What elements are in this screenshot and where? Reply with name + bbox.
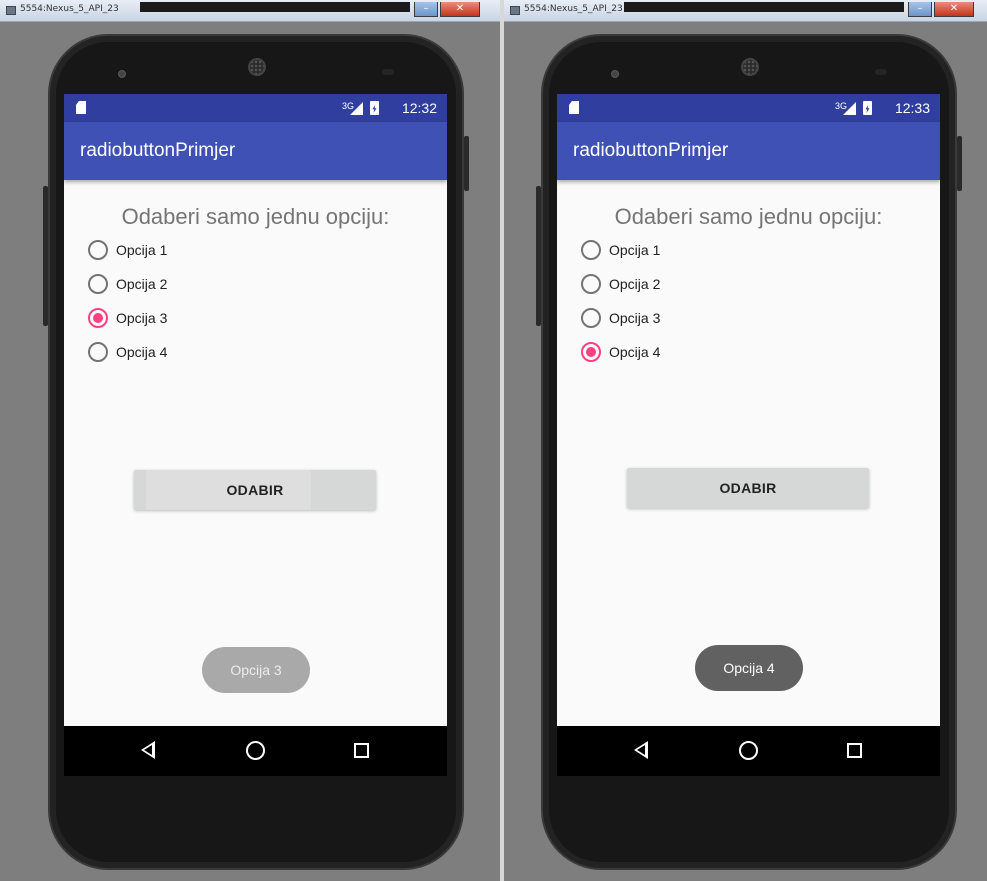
proximity-sensor-icon: [875, 69, 887, 75]
status-bar: 3G 12:33: [557, 94, 940, 122]
minimize-icon: –: [423, 3, 429, 14]
home-icon[interactable]: [246, 741, 265, 760]
recents-icon[interactable]: [354, 743, 369, 758]
window-title: 5554:Nexus_5_API_23: [20, 4, 119, 14]
radio-label: Opcija 1: [609, 242, 661, 258]
back-icon[interactable]: [141, 741, 155, 759]
signal-3g-icon: [350, 102, 363, 115]
radio-unchecked-icon: [581, 240, 601, 260]
radio-option-2[interactable]: Opcija 2: [581, 270, 660, 298]
radio-option-4[interactable]: Opcija 4: [581, 338, 660, 366]
window-title: 5554:Nexus_5_API_23: [524, 4, 623, 14]
radio-label: Opcija 4: [116, 344, 168, 360]
radio-checked-icon: [581, 342, 601, 362]
radio-unchecked-icon: [581, 308, 601, 328]
emulator-window-2: 5554:Nexus_5_API_23 – ✕ 3G 12:33 radiobu…: [500, 0, 987, 881]
proximity-sensor-icon: [382, 69, 394, 75]
power-button[interactable]: [957, 136, 962, 191]
radio-option-2[interactable]: Opcija 2: [88, 270, 167, 298]
app-icon: [510, 6, 520, 15]
navigation-bar: [64, 726, 447, 776]
volume-button[interactable]: [43, 186, 48, 326]
app-bar: radiobuttonPrimjer: [64, 122, 447, 180]
phone-frame: 3G 12:33 radiobuttonPrimjer Odaberi samo…: [536, 34, 962, 870]
radio-unchecked-icon: [88, 342, 108, 362]
instruction-heading: Odaberi samo jednu opciju:: [121, 204, 390, 229]
radio-checked-icon: [88, 308, 108, 328]
close-icon: ✕: [949, 3, 959, 14]
close-icon: ✕: [455, 3, 465, 14]
power-button[interactable]: [464, 136, 469, 191]
device-screen: 3G 12:33 radiobuttonPrimjer Odaberi samo…: [557, 94, 940, 776]
minimize-icon: –: [917, 3, 923, 14]
close-button[interactable]: ✕: [440, 2, 480, 17]
emulator-window-1: 5554:Nexus_5_API_23 – ✕ 3G 12:32 radiobu…: [0, 0, 500, 881]
home-icon[interactable]: [739, 741, 758, 760]
phone-frame: 3G 12:32 radiobuttonPrimjer Odaberi samo…: [43, 34, 469, 870]
radio-label: Opcija 3: [116, 310, 168, 326]
app-bar: radiobuttonPrimjer: [557, 122, 940, 180]
radio-label: Opcija 4: [609, 344, 661, 360]
radio-unchecked-icon: [581, 274, 601, 294]
toast-message: Opcija 3: [202, 647, 310, 693]
radio-option-4[interactable]: Opcija 4: [88, 338, 167, 366]
radio-label: Opcija 2: [116, 276, 168, 292]
status-clock: 12:32: [401, 100, 437, 116]
close-button[interactable]: ✕: [934, 2, 974, 17]
status-bar: 3G 12:32: [64, 94, 447, 122]
odabir-button[interactable]: ODABIR: [627, 468, 869, 508]
front-camera-icon: [611, 70, 619, 78]
odabir-button-label: ODABIR: [719, 480, 777, 496]
radio-label: Opcija 1: [116, 242, 168, 258]
minimize-button[interactable]: –: [414, 2, 438, 17]
signal-3g-icon: [843, 102, 856, 115]
app-title: radiobuttonPrimjer: [80, 140, 236, 161]
front-camera-icon: [118, 70, 126, 78]
back-icon[interactable]: [634, 741, 648, 759]
device-screen: 3G 12:32 radiobuttonPrimjer Odaberi samo…: [64, 94, 447, 776]
minimize-button[interactable]: –: [908, 2, 932, 17]
battery-charging-icon: [370, 101, 379, 115]
radio-option-1[interactable]: Opcija 1: [88, 236, 167, 264]
recents-icon[interactable]: [847, 743, 862, 758]
navigation-bar: [557, 726, 940, 776]
radio-label: Opcija 2: [609, 276, 661, 292]
radio-label: Opcija 3: [609, 310, 661, 326]
radio-option-3[interactable]: Opcija 3: [581, 304, 660, 332]
titlebar-shadow: [624, 2, 904, 12]
radio-unchecked-icon: [88, 240, 108, 260]
battery-charging-icon: [863, 101, 872, 115]
instruction-heading: Odaberi samo jednu opciju:: [614, 204, 883, 229]
titlebar-shadow: [140, 2, 410, 12]
speaker-grille-icon: [741, 58, 759, 76]
window-titlebar[interactable]: 5554:Nexus_5_API_23 – ✕: [0, 0, 500, 22]
app-icon: [6, 6, 16, 15]
odabir-button[interactable]: ODABIR: [134, 470, 376, 510]
odabir-button-label: ODABIR: [226, 482, 284, 498]
app-title: radiobuttonPrimjer: [573, 140, 729, 161]
status-clock: 12:33: [894, 100, 930, 116]
speaker-grille-icon: [248, 58, 266, 76]
sd-card-icon: [76, 101, 86, 114]
sd-card-icon: [569, 101, 579, 114]
volume-button[interactable]: [536, 186, 541, 326]
window-titlebar[interactable]: 5554:Nexus_5_API_23 – ✕: [504, 0, 987, 22]
radio-option-3[interactable]: Opcija 3: [88, 304, 167, 332]
radio-unchecked-icon: [88, 274, 108, 294]
radio-option-1[interactable]: Opcija 1: [581, 236, 660, 264]
toast-message: Opcija 4: [695, 645, 803, 691]
